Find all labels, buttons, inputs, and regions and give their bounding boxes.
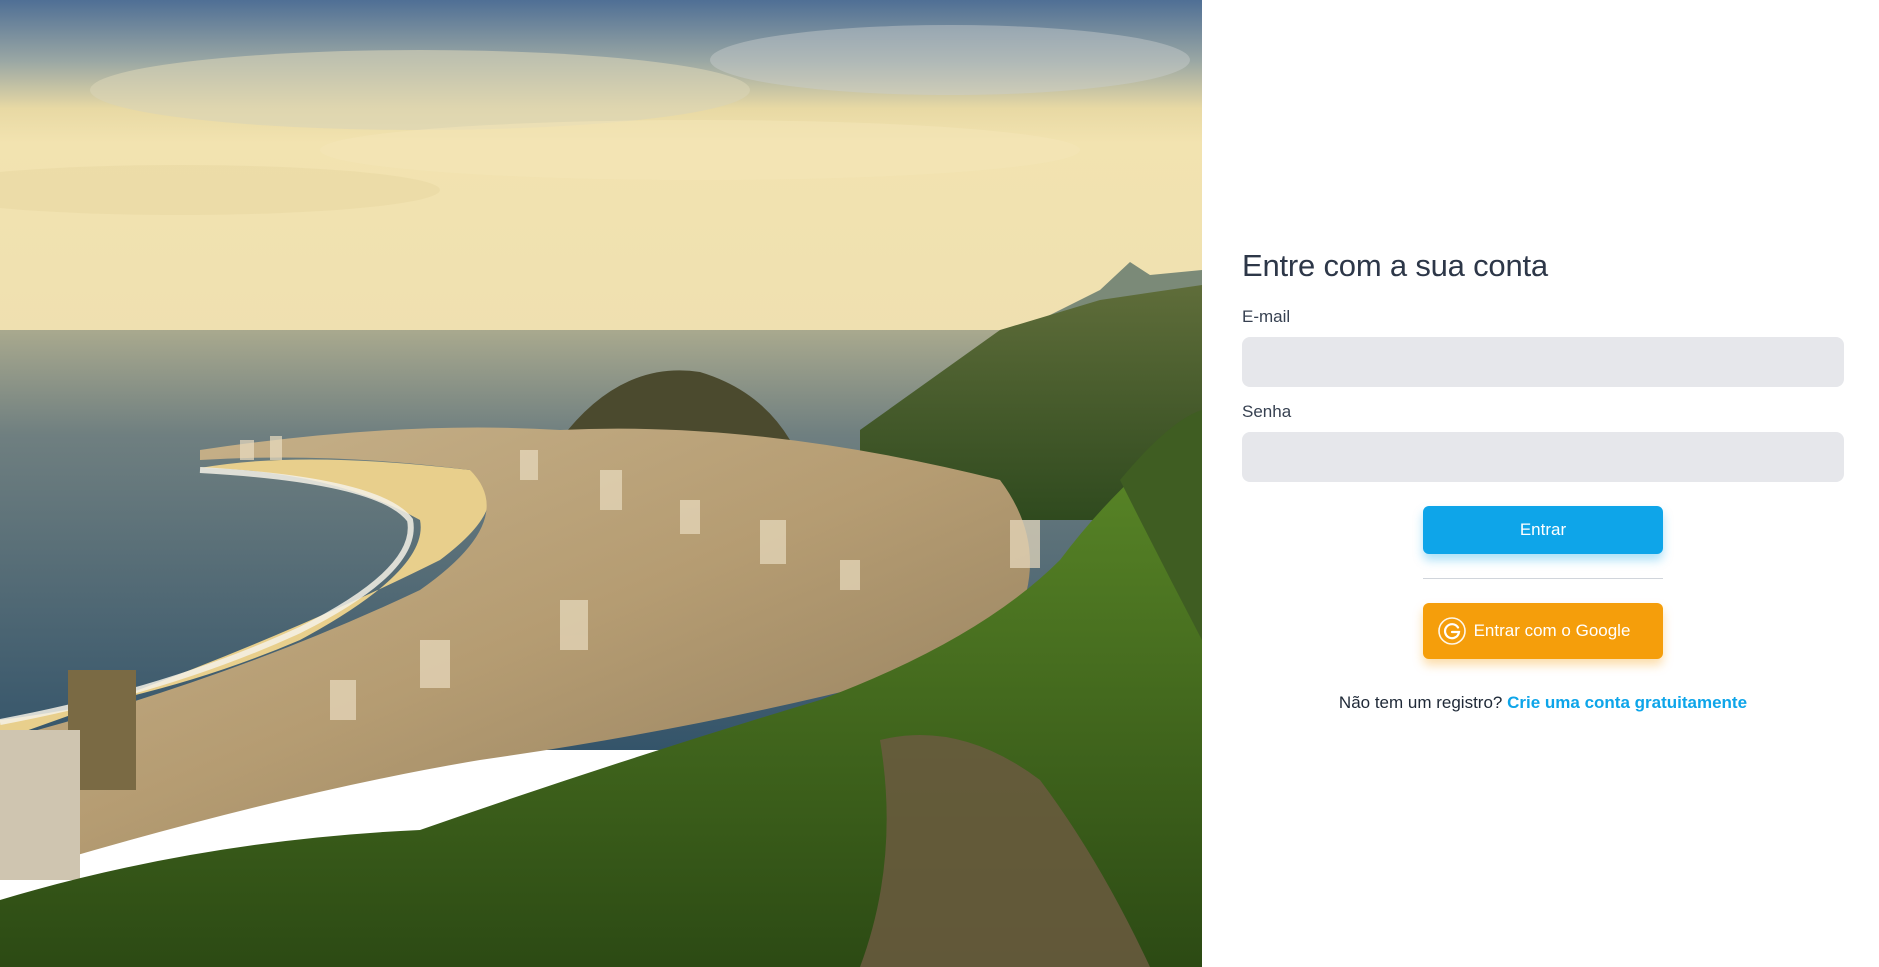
page-title: Entre com a sua conta bbox=[1242, 248, 1548, 283]
login-panel: Entre com a sua conta E-mail Senha Entra… bbox=[1202, 0, 1879, 967]
hero-image bbox=[0, 0, 1202, 967]
password-label: Senha bbox=[1242, 402, 1292, 421]
google-icon bbox=[1438, 617, 1466, 645]
google-login-button[interactable]: Entrar com o Google bbox=[1423, 603, 1663, 659]
login-form: Entre com a sua conta E-mail Senha Entra… bbox=[1242, 246, 1844, 713]
form-actions: Entrar Entrar com o Google Não tem um re… bbox=[1242, 482, 1844, 713]
signup-link[interactable]: Crie uma conta gratuitamente bbox=[1507, 693, 1747, 712]
signup-text: Não tem um registro? bbox=[1338, 693, 1503, 712]
hero-landscape bbox=[0, 0, 1202, 967]
signup-prompt: Não tem um registro? Crie uma conta grat… bbox=[1339, 693, 1747, 713]
email-field[interactable] bbox=[1242, 337, 1844, 387]
password-field[interactable] bbox=[1242, 432, 1844, 482]
google-login-label: Entrar com o Google bbox=[1473, 621, 1631, 640]
login-button[interactable]: Entrar bbox=[1423, 506, 1663, 554]
login-page: Entre com a sua conta E-mail Senha Entra… bbox=[0, 0, 1879, 967]
email-label: E-mail bbox=[1242, 307, 1291, 326]
divider bbox=[1423, 578, 1663, 579]
